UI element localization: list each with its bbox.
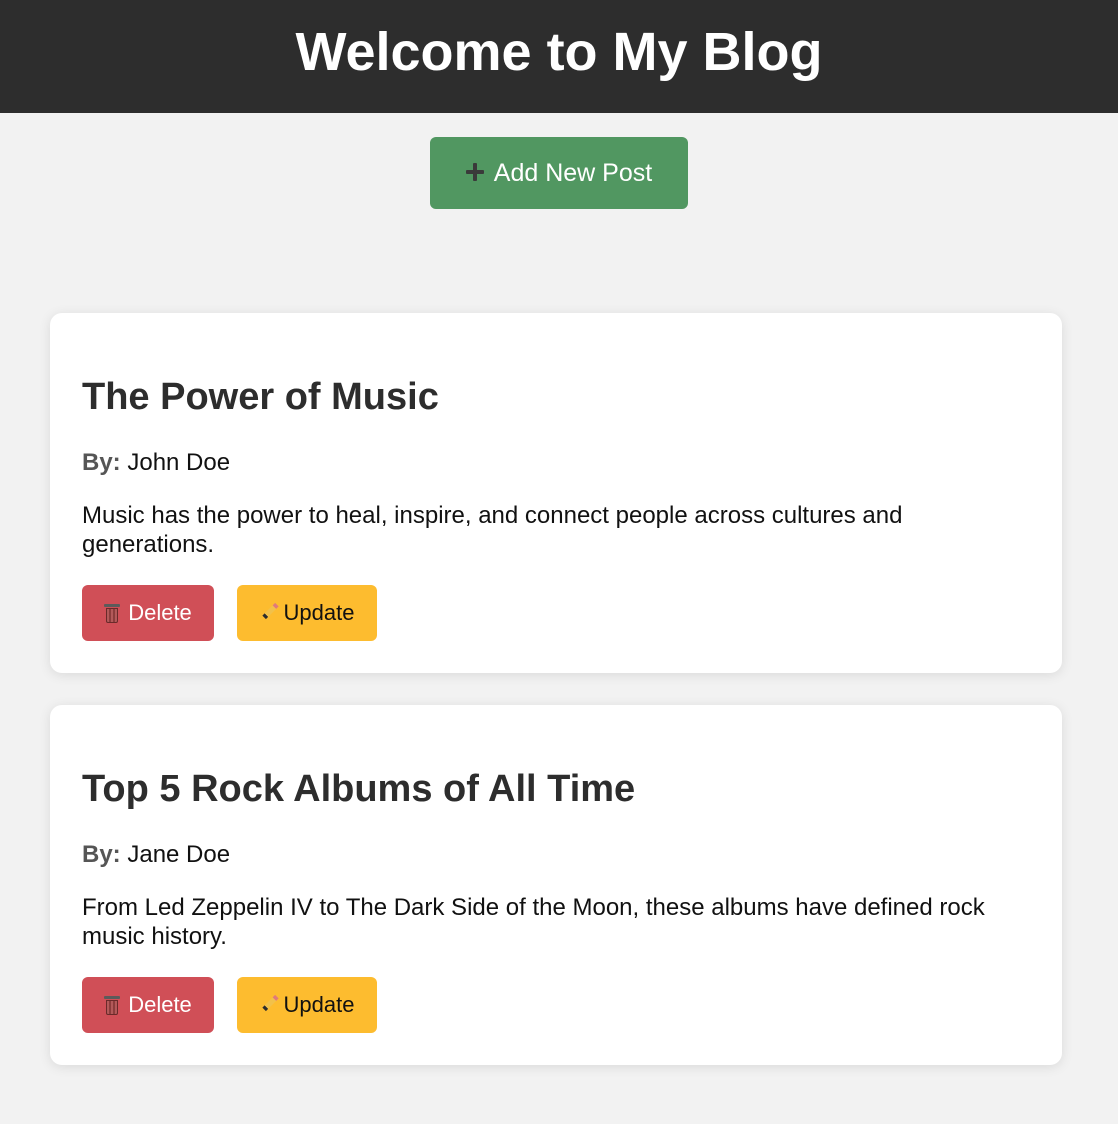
pencil-icon [260,603,280,623]
add-new-post-button[interactable]: Add New Post [430,137,688,209]
post-title: The Power of Music [82,376,439,418]
post-card: Top 5 Rock Albums of All Time By: Jane D… [50,705,1062,1065]
post-list: The Power of Music By: John Doe Music ha… [50,313,1062,1097]
author-name: John Doe [127,449,231,476]
site-header: Welcome to My Blog [0,0,1118,113]
page-title: Welcome to My Blog [295,21,823,82]
toolbar: Add New Post [0,137,1118,209]
delete-label: Delete [128,992,192,1017]
trash-icon [104,995,121,1015]
post-actions: Delete Update [82,977,377,1033]
post-body: Music has the power to heal, inspire, an… [82,502,903,558]
post-author: By: John Doe [82,449,230,478]
author-label: By: [82,841,121,868]
post-card: The Power of Music By: John Doe Music ha… [50,313,1062,673]
post-body: From Led Zeppelin IV to The Dark Side of… [82,894,985,950]
update-label: Update [283,600,355,625]
post-actions: Delete Update [82,585,377,641]
author-name: Jane Doe [127,841,231,868]
add-new-post-label: Add New Post [493,158,653,187]
trash-icon [104,603,121,623]
author-label: By: [82,449,121,476]
pencil-icon [260,995,280,1015]
post-title: Top 5 Rock Albums of All Time [82,768,636,810]
update-button[interactable]: Update [237,977,377,1033]
plus-icon [465,163,484,181]
delete-label: Delete [128,600,192,625]
update-label: Update [283,992,355,1017]
delete-button[interactable]: Delete [82,585,214,641]
post-author: By: Jane Doe [82,841,230,870]
delete-button[interactable]: Delete [82,977,214,1033]
update-button[interactable]: Update [237,585,377,641]
